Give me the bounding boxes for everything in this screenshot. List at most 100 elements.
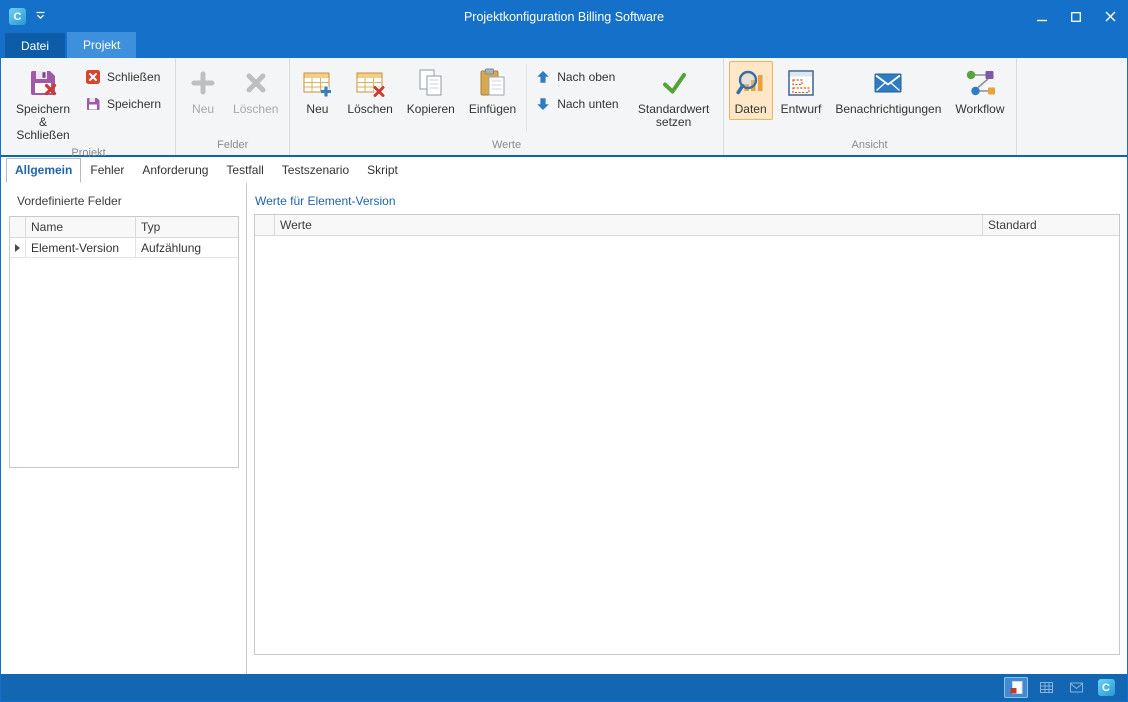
column-header-typ[interactable]: Typ [136, 217, 238, 237]
values-row-indicator-header [255, 215, 275, 235]
cross-disabled-icon [240, 67, 272, 99]
close-project-label: Schließen [107, 70, 160, 84]
move-up-label: Nach oben [557, 70, 615, 84]
predefined-fields-title: Vordefinierte Felder [1, 183, 246, 216]
titlebar: C Projektkonfiguration Billing Software [1, 1, 1127, 32]
column-header-name[interactable]: Name [26, 217, 136, 237]
delete-value-button[interactable]: Löschen [341, 61, 398, 120]
new-value-label: Neu [306, 103, 328, 116]
tab-skript[interactable]: Skript [358, 158, 407, 183]
cell-name: Element-Version [26, 238, 136, 257]
delete-field-label: Löschen [233, 103, 278, 116]
ribbon-tab-datei-label: Datei [21, 39, 49, 53]
group-caption-felder: Felder [176, 138, 289, 155]
plus-disabled-icon [187, 67, 219, 99]
move-up-button[interactable]: Nach oben [532, 67, 623, 87]
app-logo-icon[interactable]: C [9, 8, 26, 25]
cell-name-value: Element-Version [31, 241, 119, 255]
view-daten-button[interactable]: Daten [729, 61, 773, 120]
tab-allgemein-label: Allgemein [15, 163, 72, 177]
save-and-close-button[interactable]: Speichern & Schließen [7, 61, 79, 146]
content-area: Vordefinierte Felder Name Typ Element-Ve… [1, 183, 1127, 674]
ribbon-group-ansicht: Daten Entwurf [724, 58, 1017, 155]
group-divider [526, 64, 527, 132]
close-red-icon [85, 69, 101, 85]
table-add-icon [301, 67, 333, 99]
group-caption-ansicht: Ansicht [724, 138, 1016, 155]
ribbon: Speichern & Schließen Schließen [1, 58, 1127, 157]
set-default-label: Standardwert setzen [636, 103, 712, 129]
maximize-button[interactable] [1059, 1, 1093, 32]
statusbar: C [1, 674, 1127, 701]
mail-icon [872, 67, 904, 99]
save-close-icon [27, 67, 59, 99]
save-project-button[interactable]: Speichern [82, 94, 169, 114]
column-header-standard-label: Standard [988, 218, 1037, 232]
new-field-button[interactable]: Neu [181, 61, 225, 120]
tab-fehler-label: Fehler [90, 163, 124, 177]
new-value-button[interactable]: Neu [295, 61, 339, 120]
close-project-button[interactable]: Schließen [82, 67, 168, 87]
ribbon-tab-datei[interactable]: Datei [5, 33, 65, 58]
values-panel: Werte für Element-Version Werte Standard [247, 183, 1127, 674]
view-benachrichtigungen-label: Benachrichtigungen [835, 103, 941, 116]
copy-button[interactable]: Kopieren [401, 61, 461, 120]
view-benachrichtigungen-button[interactable]: Benachrichtigungen [829, 61, 947, 120]
values-grid: Werte Standard [254, 214, 1120, 655]
row-indicator-icon [15, 244, 20, 252]
ribbon-tab-projekt[interactable]: Projekt [67, 32, 136, 58]
app-window: C Projektkonfiguration Billing Software … [0, 0, 1128, 702]
arrow-up-icon [535, 69, 551, 85]
check-icon [658, 67, 690, 99]
arrow-down-icon [535, 96, 551, 112]
ribbon-group-projekt: Speichern & Schließen Schließen [2, 58, 176, 155]
tab-testfall[interactable]: Testfall [217, 158, 272, 183]
table-row[interactable]: Element-Version Aufzählung [10, 238, 238, 258]
save-and-close-label: Speichern & Schließen [13, 103, 73, 142]
paste-label: Einfügen [469, 103, 516, 116]
column-header-typ-label: Typ [141, 220, 160, 234]
view-entwurf-button[interactable]: Entwurf [775, 61, 828, 120]
tab-anforderung-label: Anforderung [142, 163, 208, 177]
tab-allgemein[interactable]: Allgemein [6, 158, 81, 183]
status-app-logo-icon[interactable]: C [1094, 677, 1118, 698]
set-default-button[interactable]: Standardwert setzen [630, 61, 718, 133]
copy-label: Kopieren [407, 103, 455, 116]
tab-anforderung[interactable]: Anforderung [133, 158, 217, 183]
status-entwurf-icon[interactable] [1034, 677, 1058, 698]
view-daten-label: Daten [735, 103, 767, 116]
view-workflow-label: Workflow [955, 103, 1004, 116]
column-header-name-label: Name [31, 220, 63, 234]
quick-access-chevron-icon[interactable] [35, 8, 46, 26]
predefined-fields-panel: Vordefinierte Felder Name Typ Element-Ve… [1, 183, 247, 674]
view-workflow-button[interactable]: Workflow [949, 61, 1010, 120]
status-benachrichtigungen-icon[interactable] [1064, 677, 1088, 698]
copy-icon [415, 67, 447, 99]
column-header-standard[interactable]: Standard [983, 215, 1119, 235]
row-indicator-cell [10, 238, 26, 257]
status-daten-icon[interactable] [1004, 677, 1028, 698]
paste-icon [477, 67, 509, 99]
status-app-logo-letter: C [1098, 679, 1115, 696]
tab-testszenario-label: Testszenario [282, 163, 349, 177]
window-title: Projektkonfiguration Billing Software [1, 1, 1127, 32]
table-delete-icon [354, 67, 386, 99]
ribbon-group-felder: Neu Löschen Felder [176, 58, 290, 155]
save-project-label: Speichern [107, 97, 161, 111]
move-down-label: Nach unten [557, 97, 618, 111]
close-button[interactable] [1093, 1, 1127, 32]
design-view-icon [785, 67, 817, 99]
ribbon-group-werte: Neu Löschen [290, 58, 723, 155]
minimize-button[interactable] [1025, 1, 1059, 32]
view-entwurf-label: Entwurf [781, 103, 822, 116]
tab-fehler[interactable]: Fehler [81, 158, 133, 183]
column-header-werte[interactable]: Werte [275, 215, 983, 235]
move-down-button[interactable]: Nach unten [532, 94, 626, 114]
ribbon-tab-strip: Datei Projekt [1, 32, 1127, 58]
ribbon-tab-projekt-label: Projekt [83, 38, 120, 52]
delete-field-button[interactable]: Löschen [227, 61, 284, 120]
new-field-label: Neu [192, 103, 214, 116]
document-tab-strip: Allgemein Fehler Anforderung Testfall Te… [1, 157, 1127, 183]
paste-button[interactable]: Einfügen [463, 61, 522, 120]
tab-testszenario[interactable]: Testszenario [273, 158, 358, 183]
